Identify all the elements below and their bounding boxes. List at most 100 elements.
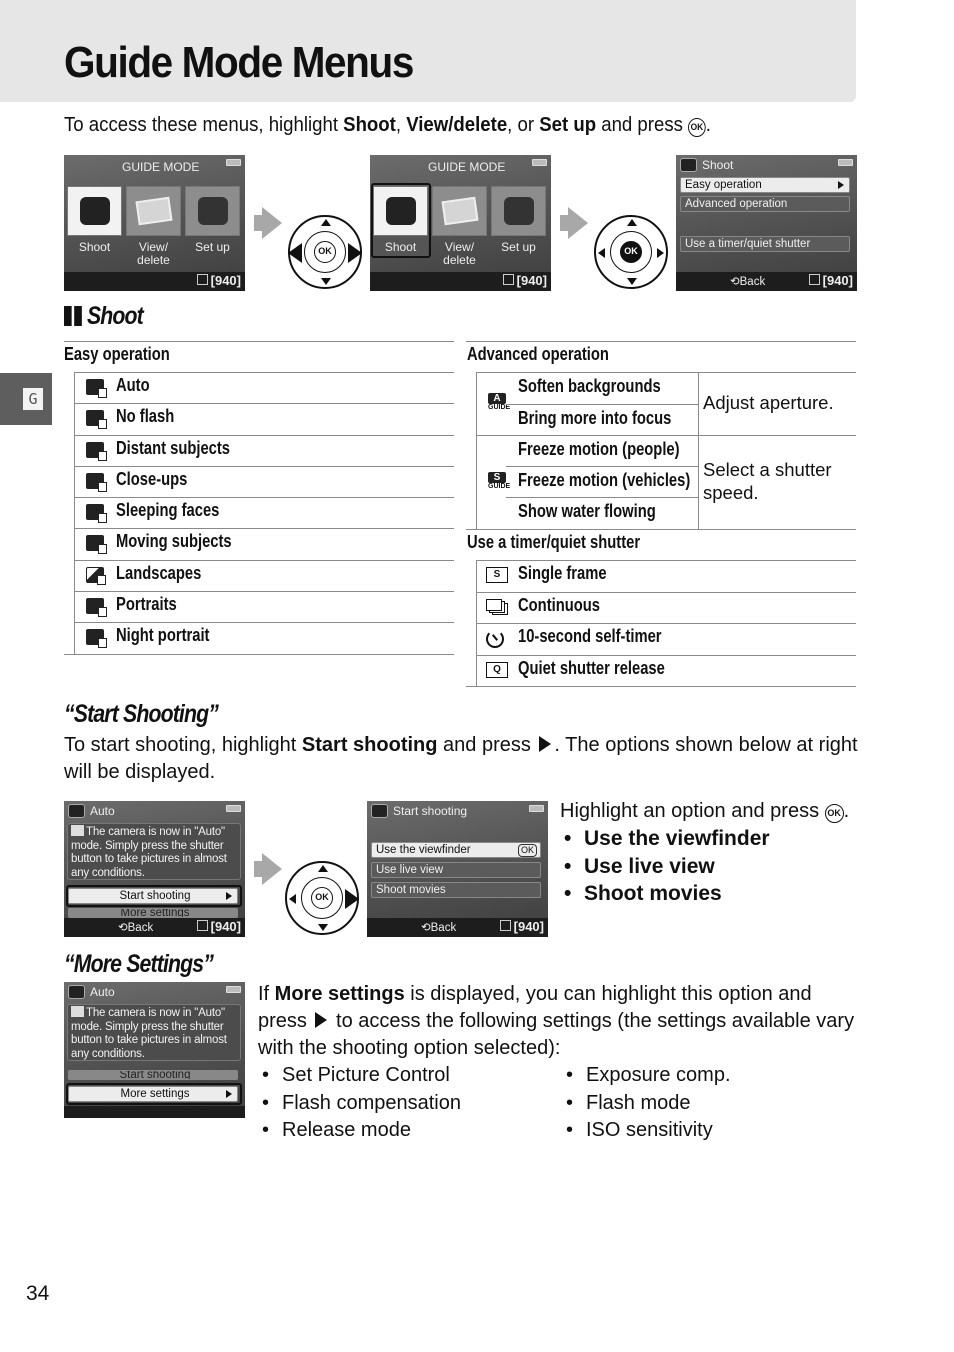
shoot-icon (680, 158, 697, 172)
timer-item-label: Single frame (518, 563, 607, 583)
intro-text: To access these menus, highlight Shoot , … (64, 114, 711, 137)
screen-title: GUIDE MODE (428, 160, 506, 174)
easy-item-label: Portraits (116, 593, 177, 614)
intro-suffix: and press (596, 114, 689, 136)
text-bold: Start shooting (301, 734, 438, 756)
shots-remaining: [940] (808, 273, 853, 288)
start-options-list: Use the viewfinder Use live view Shoot m… (560, 825, 770, 908)
row-rule (74, 497, 454, 498)
tile-set-up (491, 186, 546, 236)
back-hint: ⟲Back (421, 922, 457, 934)
battery-icon (529, 805, 544, 812)
screen-status-bar: ⟲Back [940] (64, 918, 245, 937)
row-rule (506, 466, 698, 467)
text-part: and press (437, 734, 537, 756)
sleeping-faces-icon (86, 504, 107, 523)
list-item: Use the viewfinder (560, 825, 770, 853)
text-bold: More settings (274, 983, 405, 1005)
row-rule (74, 591, 454, 592)
tile-shoot (67, 186, 122, 236)
camera-photo-icon (80, 197, 110, 225)
easy-item-label: Close-ups (116, 468, 188, 489)
screen-status-bar: [940] (370, 272, 551, 291)
menu-item-label: Use the viewfinder (376, 844, 471, 856)
intro-sep: , or (507, 114, 540, 136)
back-label: Back (739, 276, 766, 288)
auto-mode-icon (86, 379, 107, 398)
shots-remaining-value: [940] (210, 919, 241, 934)
list-item: ISO sensitivity (562, 1117, 731, 1145)
night-portrait-icon (86, 629, 107, 648)
adv-item-freeze-people: Freeze motion (people) (518, 439, 680, 459)
battery-icon (226, 805, 241, 812)
right-arrow-icon (539, 736, 552, 752)
flow-arrow-icon (254, 207, 282, 239)
image-quality-icon (502, 274, 514, 285)
intro-prefix: To access these menus, highlight (64, 114, 344, 136)
row-rule (466, 529, 856, 530)
icon-letter: S (488, 472, 506, 483)
ok-button-icon: OK (824, 804, 844, 823)
text-part: If (258, 983, 275, 1005)
down-arrow-icon (627, 278, 637, 285)
shoot-heading: Shoot (64, 302, 144, 331)
multi-selector-icon: OK (594, 215, 668, 289)
tile-view-delete (126, 186, 181, 236)
row-rule (74, 466, 454, 467)
left-arrow-icon (598, 248, 605, 258)
left-arrow-icon (288, 243, 302, 263)
option-use-viewfinder: Use the viewfinder OK (371, 842, 541, 858)
table-top-rule (466, 341, 856, 342)
menu-item-advanced-operation: Advanced operation (680, 196, 850, 212)
easy-item-label: Sleeping faces (116, 500, 220, 520)
row-rule (74, 435, 454, 436)
icon-letter: A (488, 393, 506, 404)
option-shoot-movies: Shoot movies (371, 882, 541, 898)
row-rule (476, 623, 856, 624)
message-text: The camera is now in "Auto" mode. Simply… (71, 1007, 227, 1060)
start-shooting-item: Start shooting (68, 1070, 238, 1080)
text-part: Highlight an option and press (560, 800, 825, 822)
section-tab-label: G (23, 388, 43, 410)
right-arrow-icon (348, 243, 362, 263)
text-part: to access the following settings (the se… (258, 1010, 855, 1059)
text-part: To start shooting, highlight (64, 734, 302, 756)
multi-selector-icon: OK (288, 215, 362, 289)
shots-remaining: [940] (196, 273, 241, 288)
advanced-operation-header: Advanced operation (467, 344, 609, 364)
no-flash-mode-icon (86, 410, 107, 430)
timer-quiet-header: Use a timer/quiet shutter (467, 532, 641, 552)
ok-button-icon: OK (688, 118, 706, 137)
row-rule (476, 592, 856, 593)
battery-icon (532, 159, 547, 166)
selection-frame (66, 885, 242, 907)
heading-marker-icon (74, 306, 82, 326)
shots-remaining-value: [940] (210, 273, 241, 288)
option-instruction: Highlight an option and press OK. (560, 798, 849, 825)
easy-item-label: Auto (116, 375, 150, 395)
shoot-icon (68, 804, 85, 818)
list-item: Shoot movies (560, 880, 770, 908)
shots-remaining-value: [940] (516, 273, 547, 288)
intro-shoot: Shoot (343, 114, 396, 136)
intro-view-delete: View/delete (406, 114, 508, 136)
adv-desc-shutter: Select a shutter speed. (703, 459, 832, 503)
easy-item-label: Distant subjects (116, 437, 231, 458)
screen-status-bar (64, 1106, 245, 1118)
timer-item-label: Continuous (518, 594, 600, 615)
screen-title: Auto (90, 985, 115, 999)
easy-item-label: Moving subjects (116, 531, 232, 552)
row-rule (476, 372, 856, 373)
right-arrow-icon (345, 889, 359, 909)
auto-message: The camera is now in "Auto" mode. Simply… (67, 1004, 241, 1061)
row-rule (476, 655, 856, 656)
tile-label: View/ delete (137, 240, 170, 267)
more-settings-list-right: Exposure comp. Flash mode ISO sensitivit… (562, 1062, 731, 1145)
shots-remaining-value: [940] (822, 273, 853, 288)
option-use-live-view: Use live view (371, 862, 541, 878)
guide-mode-screen-2: GUIDE MODE Shoot View/ delete Set up [94… (370, 155, 551, 291)
list-item: Exposure comp. (562, 1062, 731, 1090)
menu-item-easy-operation: Easy operation (680, 177, 850, 193)
adv-item-show-water-flowing: Show water flowing (518, 501, 656, 521)
intro-sep: , (395, 114, 407, 136)
